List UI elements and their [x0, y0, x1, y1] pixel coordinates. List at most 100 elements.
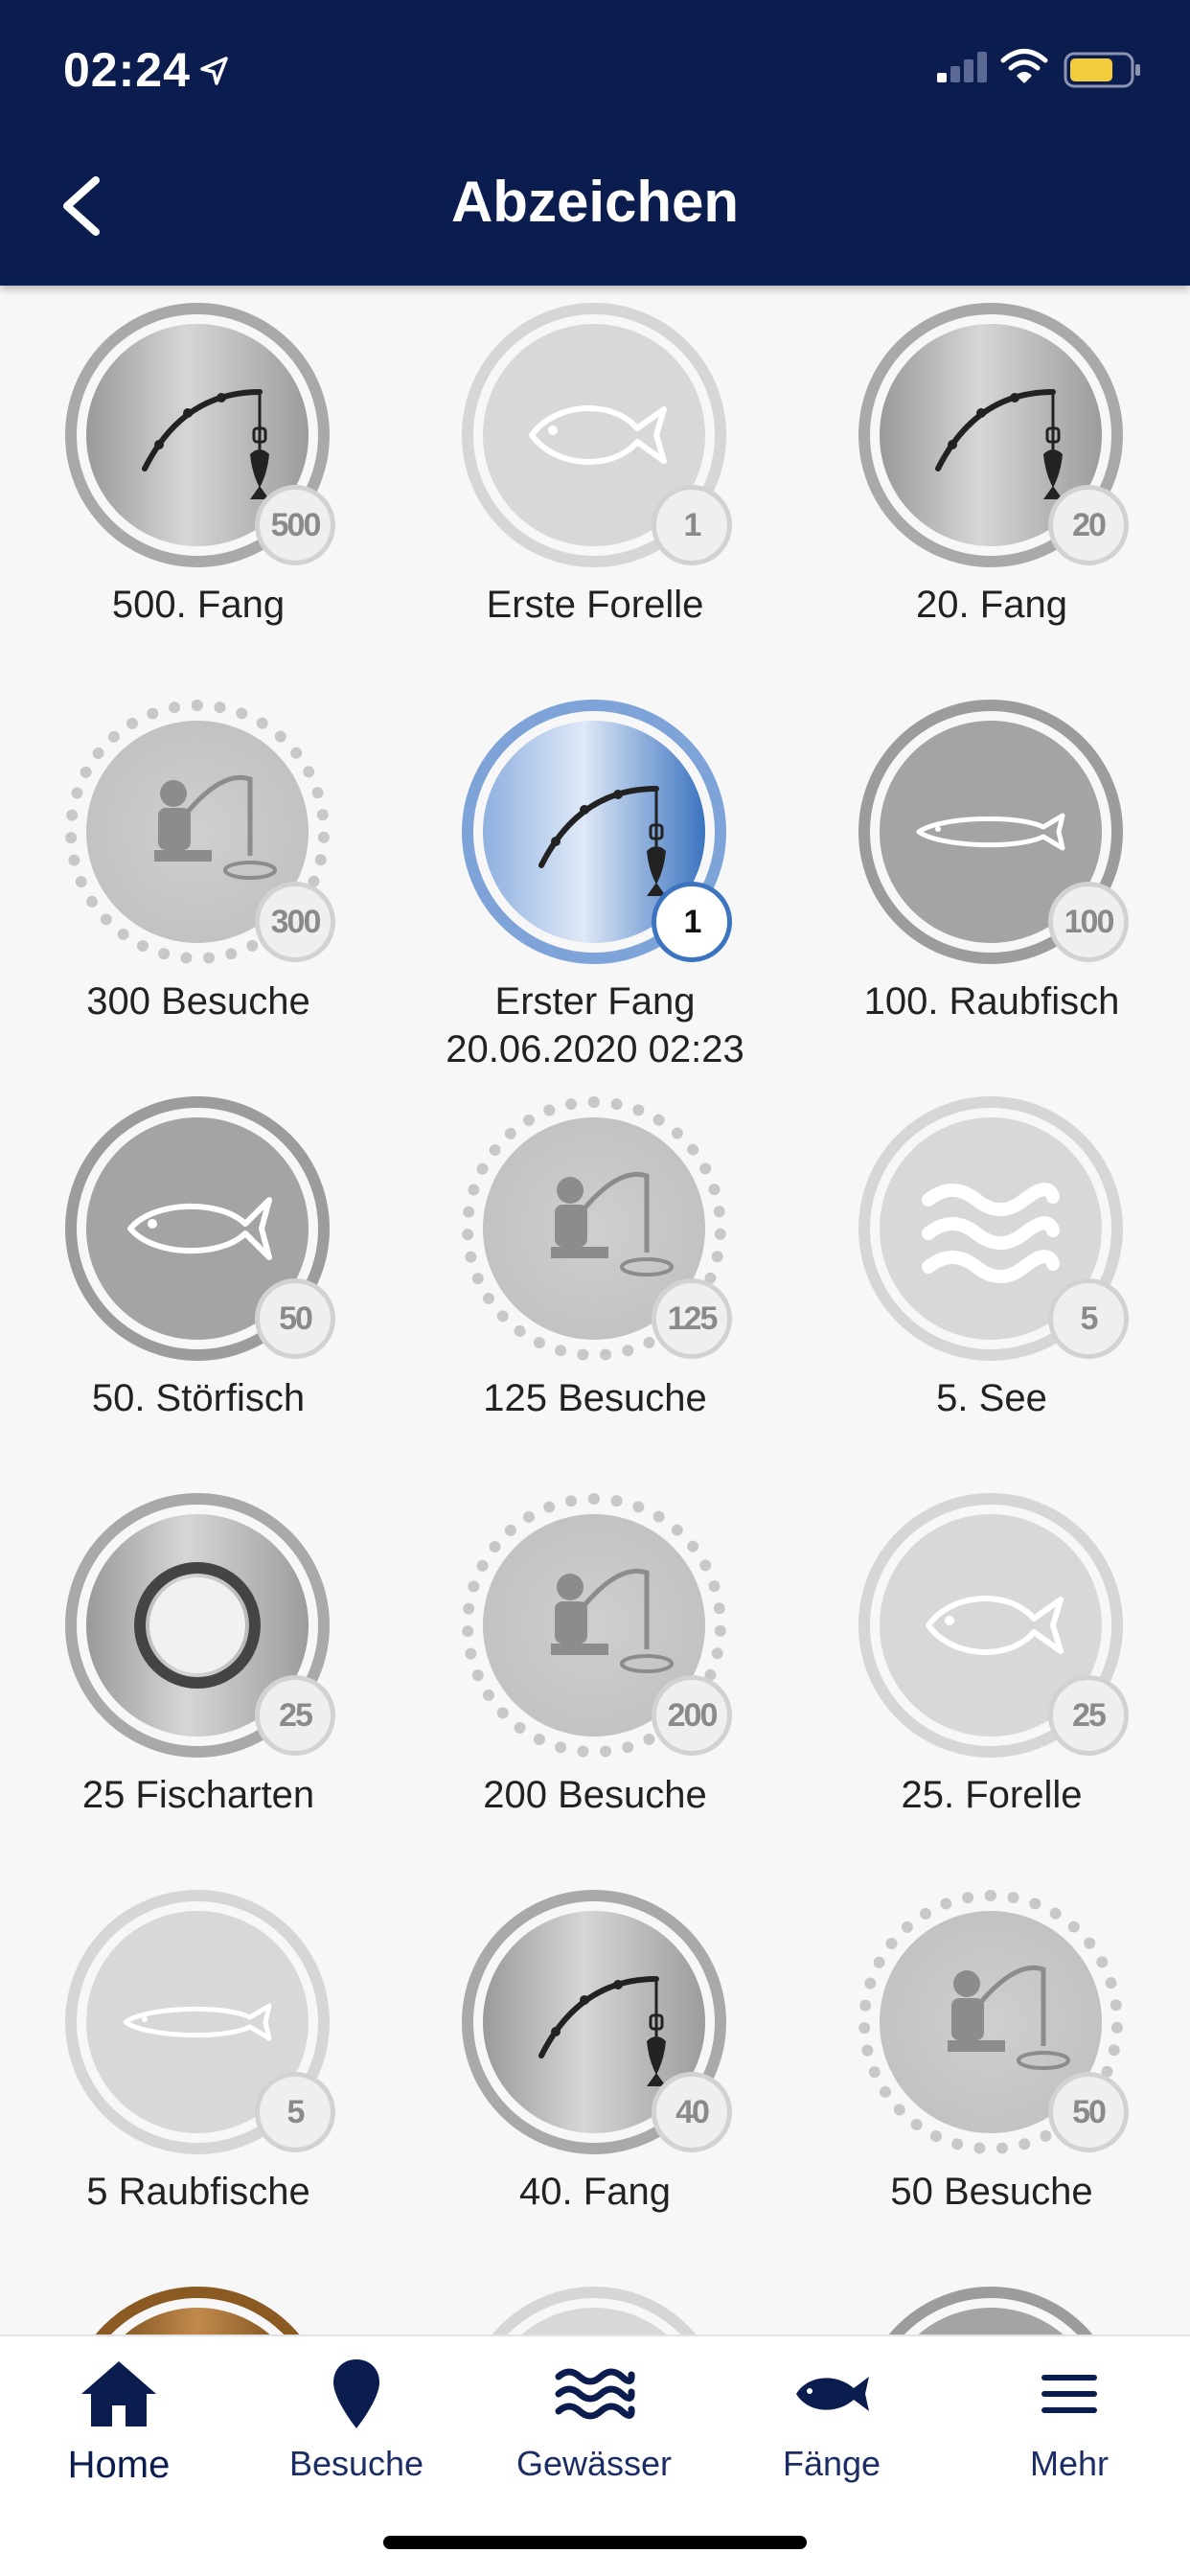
badge-locked[interactable] — [397, 2269, 793, 2334]
fishing-rod-icon — [935, 389, 1063, 499]
badge-medal: 200 — [462, 1493, 732, 1758]
badge-count: 20 — [1048, 485, 1129, 565]
cellular-signal-icon — [937, 52, 987, 82]
badge-label: 40. Fang — [519, 2171, 671, 2213]
badge-count: 1 — [652, 882, 732, 962]
badge-label: 5 Raubfische — [86, 2171, 310, 2213]
badge-25-fischarten[interactable]: 25 25 Fischarten — [0, 1476, 397, 1873]
badge-face — [483, 2308, 705, 2334]
badge-medal: 5 — [858, 1096, 1129, 1361]
tab-faenge-label: Fänge — [782, 2444, 881, 2483]
tab-faenge[interactable]: Fänge — [713, 2356, 950, 2499]
angler-icon — [551, 1171, 674, 1276]
tab-home[interactable]: Home — [0, 2356, 238, 2499]
badge-medal: 40 — [462, 1890, 732, 2154]
badge-medal: 1 — [462, 700, 732, 964]
badge-count: 125 — [652, 1278, 732, 1359]
tab-besuche-label: Besuche — [288, 2444, 424, 2483]
badge-label: 20. Fang — [916, 584, 1067, 626]
badge-40-fang[interactable]: 40 40. Fang — [397, 1873, 793, 2269]
map-pin-icon — [333, 2359, 379, 2428]
fishing-rod-icon — [538, 786, 666, 896]
badge-count: 300 — [255, 882, 335, 962]
badge-count: 40 — [652, 2072, 732, 2152]
badge-label: 50. Störfisch — [91, 1377, 306, 1419]
badge-count: 25 — [1048, 1675, 1129, 1756]
badge-count: 50 — [255, 1278, 335, 1359]
badge-medal: 1 — [462, 303, 732, 567]
badge-label: 500. Fang — [111, 584, 286, 626]
badge-count: 1 — [652, 485, 732, 565]
badge-5-see[interactable]: 5 5. See — [793, 1079, 1190, 1476]
badge-medal: 5 — [65, 1890, 335, 2154]
badge-locked[interactable] — [793, 2269, 1190, 2334]
location-arrow-icon — [200, 57, 228, 85]
badge-medal: 50 — [858, 1890, 1129, 2154]
badge-50-besuche[interactable]: 50 50 Besuche — [793, 1873, 1190, 2269]
badge-erster-fang[interactable]: 1 Erster Fang 20.06.2020 02:23 — [397, 682, 793, 1079]
badge-500-fang[interactable]: 500 500. Fang — [0, 286, 397, 682]
tuna-icon — [127, 1197, 272, 1260]
badge-medal: 300 — [65, 700, 335, 964]
badge-25-forelle[interactable]: 25 25. Forelle — [793, 1476, 1190, 1873]
badge-label: 200 Besuche — [483, 1774, 707, 1816]
home-icon — [81, 2361, 156, 2426]
fish-icon — [926, 1596, 1064, 1655]
badge-medal: 125 — [462, 1096, 732, 1361]
fish-circle-icon — [134, 1562, 261, 1689]
waves-icon — [922, 1183, 1060, 1283]
tab-mehr-label: Mehr — [1029, 2444, 1110, 2483]
wifi-icon — [1000, 49, 1048, 83]
angler-icon — [551, 1568, 674, 1673]
badge-label: Erste Forelle — [486, 584, 704, 626]
badge-20-fang[interactable]: 20 20. Fang — [793, 286, 1190, 682]
fishing-rod-icon — [538, 1976, 666, 2086]
badge-medal: 20 — [858, 303, 1129, 567]
badge-medal: 50 — [65, 1096, 335, 1361]
badge-count: 25 — [255, 1675, 335, 1756]
status-time: 02:24 — [63, 43, 191, 97]
badge-label: 100. Raubfisch — [863, 980, 1120, 1023]
badge-label: 25. Forelle — [901, 1774, 1083, 1816]
home-indicator — [383, 2536, 807, 2549]
tab-gewaesser-label: Gewässer — [515, 2444, 673, 2483]
badge-label: 300 Besuche — [86, 980, 310, 1023]
waves-icon — [555, 2368, 635, 2420]
angler-icon — [154, 774, 277, 880]
badge-medal: 25 — [65, 1493, 335, 1758]
badge-50-störfisch[interactable]: 50 50. Störfisch — [0, 1079, 397, 1476]
badge-300-besuche[interactable]: 300 300 Besuche — [0, 682, 397, 1079]
badge-125-besuche[interactable]: 125 125 Besuche — [397, 1079, 793, 1476]
battery-icon — [1064, 52, 1140, 88]
badge-face — [880, 2308, 1102, 2334]
badge-label: 50 Besuche — [890, 2171, 1093, 2213]
menu-icon — [1041, 2375, 1097, 2413]
badge-label: 25 Fischarten — [81, 1774, 315, 1816]
badge-count: 100 — [1048, 882, 1129, 962]
badge-count: 200 — [652, 1675, 732, 1756]
fish-icon — [796, 2377, 869, 2411]
badge-count: 500 — [255, 485, 335, 565]
angler-icon — [948, 1965, 1070, 2070]
badge-medal — [65, 2287, 330, 2334]
badge-count: 50 — [1048, 2072, 1129, 2152]
tab-mehr[interactable]: Mehr — [950, 2356, 1188, 2499]
badge-medal: 100 — [858, 700, 1129, 964]
badge-5-raubfische[interactable]: 5 5 Raubfische — [0, 1873, 397, 2269]
badge-100-raubfisch[interactable]: 100 100. Raubfisch — [793, 682, 1190, 1079]
badge-medal — [462, 2287, 726, 2334]
tab-gewaesser[interactable]: Gewässer — [475, 2356, 713, 2499]
badge-label: 125 Besuche — [483, 1377, 707, 1419]
tab-besuche[interactable]: Besuche — [238, 2356, 475, 2499]
badge-label: Erster Fang 20.06.2020 02:23 — [446, 980, 744, 1070]
badge-erste-forelle[interactable]: 1 Erste Forelle — [397, 286, 793, 682]
badge-face — [86, 2308, 309, 2334]
pike-icon — [123, 2003, 272, 2041]
badge-locked[interactable] — [0, 2269, 397, 2334]
fishing-rod-icon — [142, 389, 269, 499]
badge-grid: 500 500. Fang 1 Erste Forelle 20 20. Fang 300 3… — [0, 286, 1190, 2334]
badge-medal: 500 — [65, 303, 335, 567]
badge-medal: 25 — [858, 1493, 1129, 1758]
tab-home-label: Home — [67, 2444, 171, 2486]
badge-200-besuche[interactable]: 200 200 Besuche — [397, 1476, 793, 1873]
